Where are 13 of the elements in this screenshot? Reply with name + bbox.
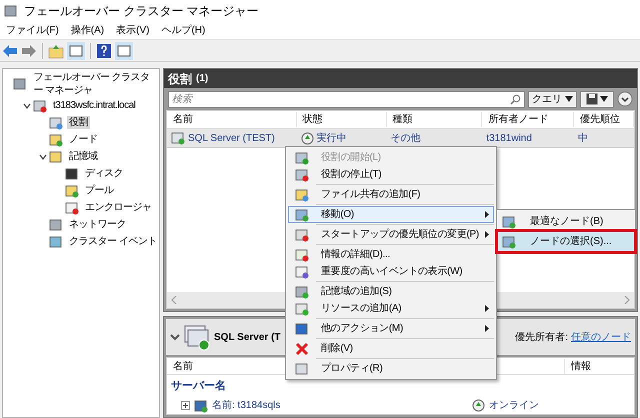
preferred-owners-label: 優先所有者:: [515, 330, 568, 344]
table-cell-text: 実行中: [316, 132, 347, 146]
table-cell: 名前: t3184sqls: [212, 400, 280, 411]
table-cell-text: オンライン: [489, 399, 539, 413]
table-cell-text: SQL Server (TEST): [188, 132, 275, 146]
count-label: (1): [196, 72, 208, 86]
table-cell-text: その他: [390, 132, 421, 146]
panel-title: SQL Server (T: [214, 330, 281, 344]
panel-title: 役割: [168, 70, 192, 88]
table-cell-text: 中: [578, 132, 588, 146]
window-title: フェールオーバー クラスター マネージャー: [24, 3, 259, 20]
table-cell-text: t3181wind: [486, 132, 532, 146]
group-header: サーバー名: [171, 378, 226, 394]
